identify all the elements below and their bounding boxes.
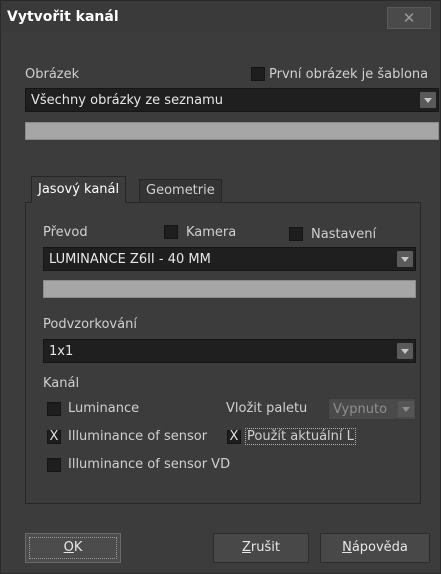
use-current-checkbox[interactable]: X [227,430,241,444]
cancel-accel: Z [242,540,251,555]
chevron-down-icon [420,92,436,108]
chevron-down-icon [397,251,413,267]
image-source-value: Všechny obrázky ze seznamu [31,93,224,108]
luminance-checkbox[interactable] [47,402,61,416]
first-image-template-checkbox[interactable] [251,67,265,81]
insert-palette-select[interactable]: Vypnuto [328,398,416,420]
help-accel: N [342,540,352,555]
camera-checkbox[interactable] [164,225,178,239]
chevron-down-icon [398,401,414,417]
camera-label: Kamera [186,225,237,240]
create-channel-dialog: Vytvořit kanál ✕ Obrázek První obrázek j… [0,0,441,574]
focus-rect [29,537,117,559]
cancel-label-rest: rušit [250,540,280,555]
conversion-select[interactable]: LUMINANCE Z6II - 40 MM [43,247,416,271]
illuminance-sensor-label: Illuminance of sensor [68,429,208,444]
close-button[interactable]: ✕ [387,7,431,29]
subsampling-value: 1x1 [49,344,74,359]
chevron-down-icon [397,343,413,359]
close-icon: ✕ [402,9,416,27]
image-source-select[interactable]: Všechny obrázky ze seznamu [25,88,439,112]
help-label-rest: ápověda [351,540,408,555]
subsampling-label: Podvzorkování [43,317,137,332]
first-image-template-label: První obrázek je šablona [269,67,429,82]
settings-checkbox[interactable] [289,227,303,241]
luminance-label: Luminance [68,401,140,416]
insert-palette-label: Vložit paletu [226,401,308,416]
conversion-value: LUMINANCE Z6II - 40 MM [49,252,211,267]
illuminance-sensor-vd-label: Illuminance of sensor VD [68,457,231,472]
image-label: Obrázek [25,67,80,82]
illuminance-sensor-checkbox[interactable]: X [47,430,61,444]
conversion-label: Převod [43,225,88,240]
tab-geometry[interactable]: Geometrie [139,179,222,203]
illuminance-sensor-vd-checkbox[interactable] [47,458,61,472]
subsampling-select[interactable]: 1x1 [43,339,416,363]
insert-palette-value: Vypnuto [333,402,388,417]
ok-button[interactable]: OK [25,533,121,563]
help-button[interactable]: Nápověda [320,533,430,563]
image-progress-bar [25,122,439,140]
cancel-button[interactable]: Zrušit [213,533,309,563]
settings-label: Nastavení [311,227,377,242]
dialog-title: Vytvořit kanál [7,9,119,25]
channel-label: Kanál [43,376,80,391]
title-bar: Vytvořit kanál ✕ [1,1,440,33]
tab-luminance-channel[interactable]: Jasový kanál [31,176,127,203]
use-current-label: Použít aktuální L [245,428,356,445]
conversion-progress-bar [43,280,416,298]
